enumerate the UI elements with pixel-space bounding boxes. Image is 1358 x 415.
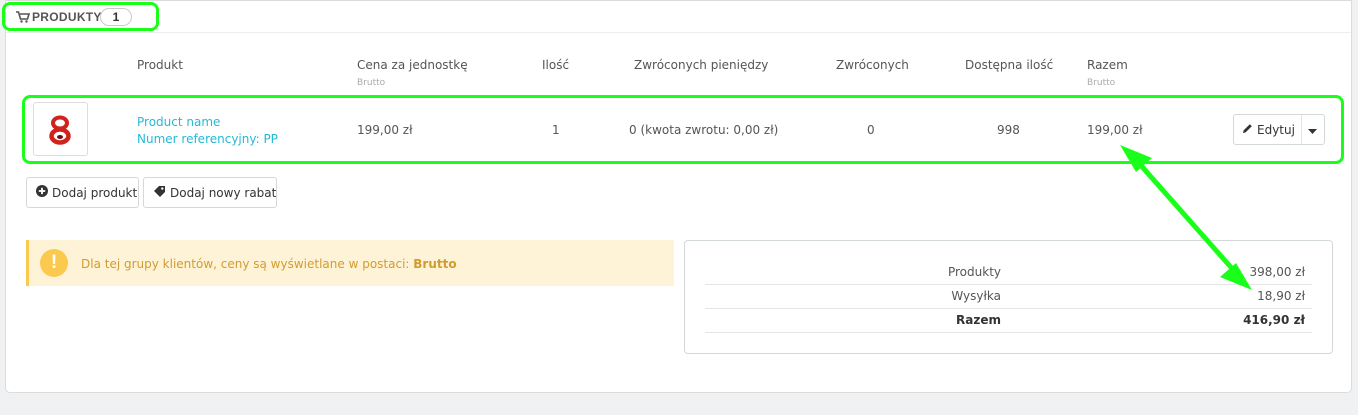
annotation-arrow <box>1120 145 1252 290</box>
